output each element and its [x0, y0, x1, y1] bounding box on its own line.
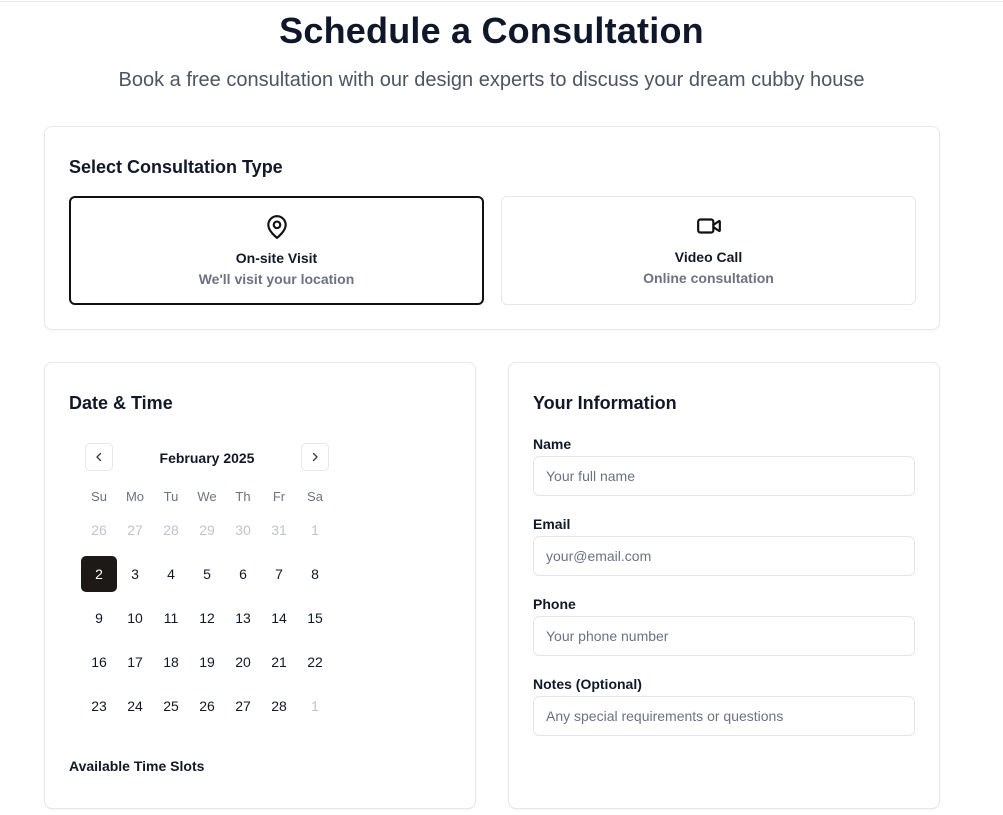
- calendar-day[interactable]: 14: [261, 600, 297, 636]
- calendar-day-outside[interactable]: 27: [117, 512, 153, 548]
- name-label: Name: [533, 436, 572, 452]
- calendar-day-outside[interactable]: 1: [297, 688, 333, 724]
- calendar-day-outside[interactable]: 28: [153, 512, 189, 548]
- calendar-day[interactable]: 15: [297, 600, 333, 636]
- calendar-day[interactable]: 7: [261, 556, 297, 592]
- calendar-day[interactable]: 26: [189, 688, 225, 724]
- chevron-right-icon: [312, 452, 318, 462]
- calendar-day[interactable]: 19: [189, 644, 225, 680]
- calendar-day[interactable]: 3: [117, 556, 153, 592]
- weekday-label: Mo: [125, 489, 145, 504]
- calendar-day[interactable]: 5: [189, 556, 225, 592]
- calendar-weekday-header: Su Mo Tu We Th Fr Sa: [81, 489, 333, 504]
- consultation-type-title: Select Consultation Type: [69, 157, 283, 177]
- calendar-day[interactable]: 18: [153, 644, 189, 680]
- weekday-label: Fr: [272, 489, 286, 504]
- calendar-month-label: February 2025: [159, 450, 255, 466]
- weekday-label: Sa: [307, 489, 323, 504]
- calendar-day[interactable]: 10: [117, 600, 153, 636]
- notes-label: Notes (Optional): [533, 676, 642, 692]
- chevron-left-icon: [96, 452, 102, 462]
- weekday-label: Su: [91, 489, 107, 504]
- calendar-day-outside[interactable]: 1: [297, 512, 333, 548]
- weekday-label: Tu: [163, 489, 179, 504]
- date-time-title: Date & Time: [69, 393, 173, 413]
- calendar-day[interactable]: 25: [153, 688, 189, 724]
- calendar-day[interactable]: 6: [225, 556, 261, 592]
- calendar-day[interactable]: 24: [117, 688, 153, 724]
- consultation-type-card: Select Consultation Type On-site Visit W…: [44, 126, 940, 330]
- name-input[interactable]: [533, 456, 915, 496]
- calendar-day[interactable]: 13: [225, 600, 261, 636]
- onsite-visit-description: We'll visit your location: [198, 271, 355, 287]
- page-title: Schedule a Consultation: [279, 10, 704, 51]
- your-information-card: Your Information Name Email Phone Notes …: [508, 362, 940, 809]
- weekday-label: We: [197, 489, 217, 504]
- calendar-day[interactable]: 23: [81, 688, 117, 724]
- calendar-day[interactable]: 22: [297, 644, 333, 680]
- video-call-description: Online consultation: [643, 270, 774, 286]
- calendar-day-outside[interactable]: 31: [261, 512, 297, 548]
- email-input[interactable]: [533, 536, 915, 576]
- calendar-day-grid: 26 27 28 29 30 31 1 2 3 4 5 6 7 8 9 10 11 12 13 14 15 16 17 18 1…: [81, 512, 333, 732]
- calendar-day[interactable]: 21: [261, 644, 297, 680]
- calendar-day-outside[interactable]: 29: [189, 512, 225, 548]
- next-month-button[interactable]: [301, 443, 329, 471]
- page-subtitle: Book a free consultation with our design…: [118, 69, 865, 91]
- calendar-day[interactable]: 17: [117, 644, 153, 680]
- calendar-day[interactable]: 16: [81, 644, 117, 680]
- video-call-title: Video Call: [674, 249, 743, 265]
- onsite-visit-option[interactable]: On-site Visit We'll visit your location: [69, 196, 484, 305]
- calendar-day-outside[interactable]: 26: [81, 512, 117, 548]
- top-divider: [0, 1, 1003, 2]
- email-label: Email: [533, 516, 571, 532]
- available-time-slots-label: Available Time Slots: [69, 758, 205, 774]
- calendar-day[interactable]: 12: [189, 600, 225, 636]
- calendar-day[interactable]: 11: [153, 600, 189, 636]
- phone-label: Phone: [533, 596, 576, 612]
- notes-input[interactable]: [533, 696, 915, 736]
- onsite-visit-title: On-site Visit: [235, 250, 318, 266]
- calendar-day[interactable]: 27: [225, 688, 261, 724]
- weekday-label: Th: [235, 489, 251, 504]
- phone-input[interactable]: [533, 616, 915, 656]
- previous-month-button[interactable]: [85, 443, 113, 471]
- your-information-title: Your Information: [533, 393, 677, 413]
- video-call-option[interactable]: Video Call Online consultation: [501, 196, 916, 305]
- video-camera-icon: [696, 213, 722, 239]
- date-time-card: Date & Time February 2025 Su Mo Tu We Th Fr Sa…: [44, 362, 476, 809]
- calendar-day[interactable]: 20: [225, 644, 261, 680]
- calendar-day[interactable]: 28: [261, 688, 297, 724]
- calendar-day-outside[interactable]: 30: [225, 512, 261, 548]
- calendar-day[interactable]: 9: [81, 600, 117, 636]
- calendar-day[interactable]: 4: [153, 556, 189, 592]
- map-pin-icon: [264, 214, 290, 240]
- calendar-day-selected[interactable]: 2: [81, 556, 117, 592]
- calendar-day[interactable]: 8: [297, 556, 333, 592]
